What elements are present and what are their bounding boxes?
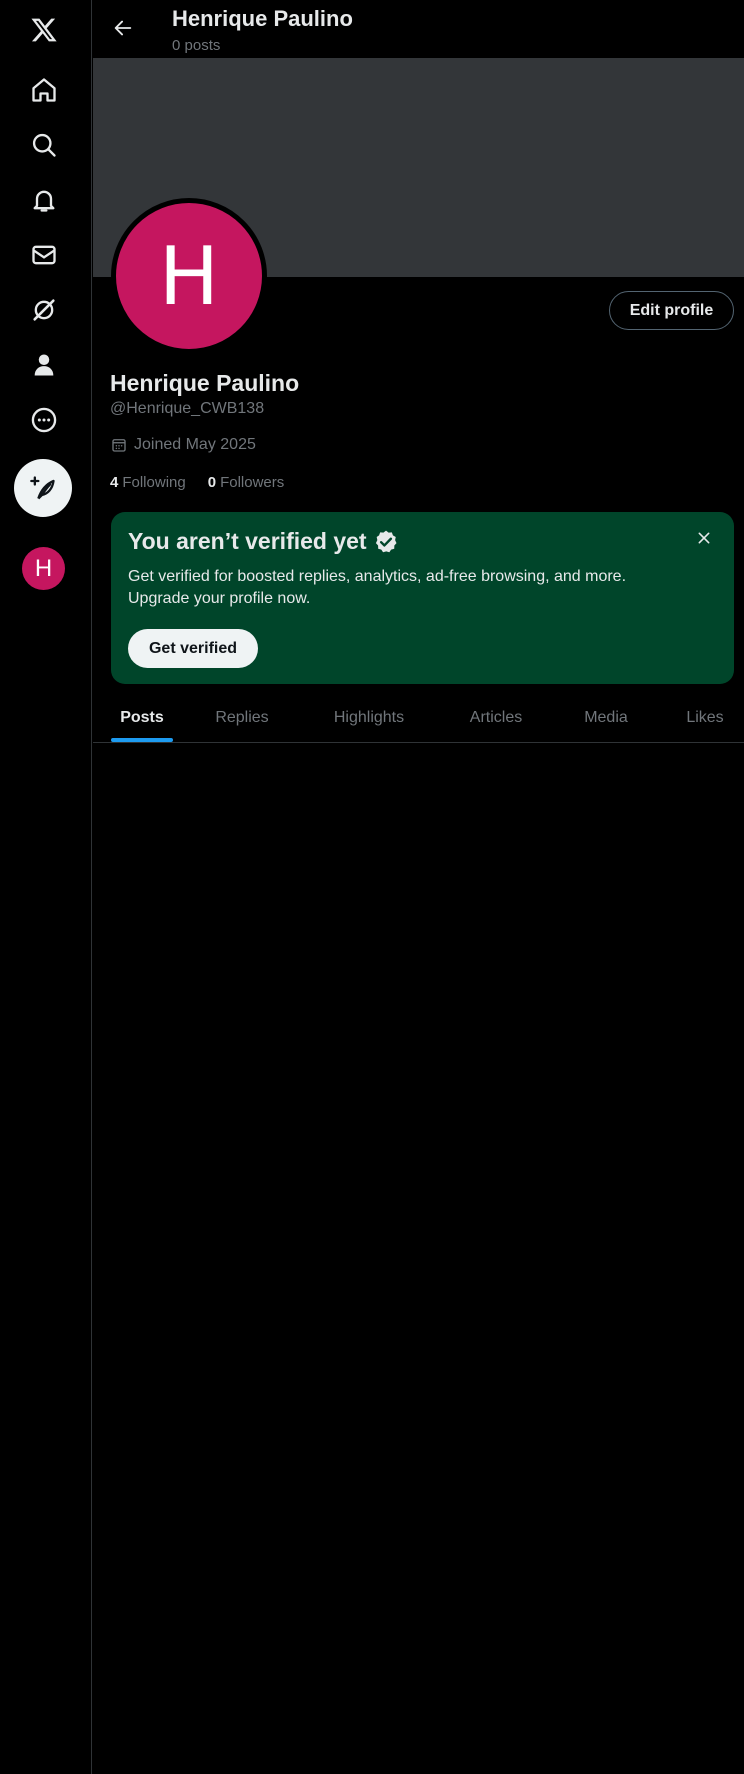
arrow-left-icon	[114, 20, 132, 36]
main-column: Henrique Paulino 0 posts H Edit profile …	[93, 0, 744, 1774]
tab-label: Highlights	[333, 708, 405, 726]
verify-title-row: You aren’t verified yet	[128, 528, 399, 555]
tab-label: Media	[584, 708, 628, 726]
compose-post-button[interactable]	[14, 459, 72, 517]
compose-post-icon	[30, 476, 55, 500]
notifications-icon[interactable]	[22, 178, 66, 222]
profile-avatar[interactable]: H	[111, 198, 267, 354]
grok-icon[interactable]	[22, 288, 66, 332]
follow-stats: 4 Following 0 Followers	[110, 474, 306, 491]
profile-handle: @Henrique_CWB138	[110, 400, 265, 417]
tab-label: Likes	[686, 708, 724, 726]
back-button[interactable]	[105, 10, 141, 46]
edit-profile-button[interactable]: Edit profile	[609, 291, 734, 330]
close-icon	[698, 532, 710, 544]
tab-label: Articles	[469, 708, 523, 726]
x-logo-icon[interactable]	[22, 8, 66, 52]
verify-title: You aren’t verified yet	[128, 528, 367, 554]
tab-media[interactable]: Media	[576, 692, 636, 743]
account-avatar[interactable]: H	[22, 547, 65, 590]
joined-text: Joined May 2025	[134, 436, 256, 453]
messages-icon[interactable]	[22, 233, 66, 277]
following-count: 4	[110, 474, 119, 491]
more-icon[interactable]	[22, 398, 66, 442]
active-tab-indicator	[111, 738, 173, 742]
followers-label: Followers	[220, 474, 285, 491]
profile-tabs: Posts Replies Highlights Articles Media …	[93, 692, 744, 743]
tab-label: Replies	[215, 708, 269, 726]
following-label: Following	[122, 474, 186, 491]
verify-description: Get verified for boosted replies, analyt…	[128, 568, 627, 607]
dismiss-verify-button[interactable]	[692, 526, 716, 550]
tab-highlights[interactable]: Highlights	[326, 692, 412, 743]
home-icon[interactable]	[22, 68, 66, 112]
tab-posts[interactable]: Posts	[111, 692, 173, 743]
sidebar: H	[0, 0, 92, 1774]
tab-label: Posts	[120, 708, 164, 726]
verified-badge-icon	[375, 530, 397, 552]
tab-replies[interactable]: Replies	[209, 692, 275, 743]
profile-header: Henrique Paulino 0 posts	[93, 0, 744, 58]
following-link[interactable]: 4 Following	[110, 474, 186, 491]
joined-date: Joined May 2025	[110, 436, 256, 454]
profile-icon[interactable]	[22, 343, 66, 387]
header-post-count: 0 posts	[172, 37, 221, 54]
profile-name: Henrique Paulino	[110, 370, 300, 396]
tab-likes[interactable]: Likes	[680, 692, 730, 743]
header-title: Henrique Paulino	[172, 6, 353, 31]
calendar-icon	[112, 439, 126, 452]
followers-link[interactable]: 0 Followers	[208, 474, 285, 491]
verification-promo-card: You aren’t verified yet Get verified for…	[111, 512, 734, 684]
get-verified-button[interactable]: Get verified	[128, 629, 258, 668]
followers-count: 0	[207, 474, 217, 491]
search-icon[interactable]	[22, 123, 66, 167]
tab-articles[interactable]: Articles	[461, 692, 531, 743]
